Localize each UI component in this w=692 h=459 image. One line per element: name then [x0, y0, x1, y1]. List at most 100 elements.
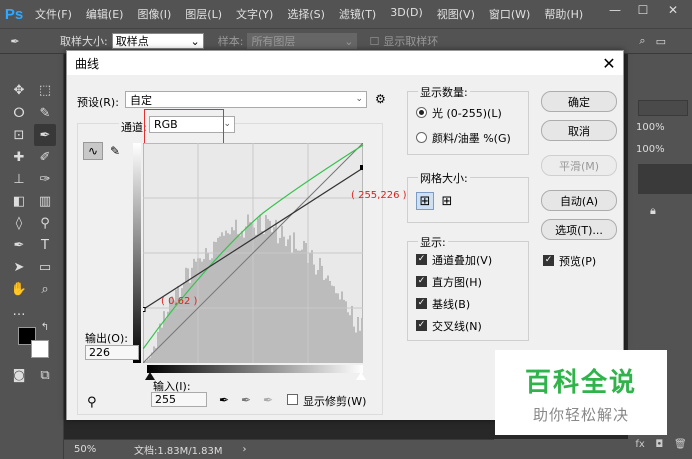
- delete-icon[interactable]: 🗑︎: [674, 439, 687, 457]
- curve-edit-icon[interactable]: ∿: [83, 142, 103, 160]
- show-group: 显示: ✓ 通道叠加(V) ✓ 直方图(H) ✓ 基线(B) ✓ 交叉线(N): [407, 241, 529, 341]
- menu-item-10[interactable]: 帮助(H): [537, 6, 590, 22]
- display-amount-group: 显示数量: 光 (0-255)(L) 颜料/油墨 %(G): [407, 91, 529, 155]
- more-tools-icon[interactable]: …: [8, 300, 30, 322]
- menu-item-8[interactable]: 视图(V): [430, 6, 482, 22]
- brush-tool-icon[interactable]: ✐: [34, 146, 56, 168]
- watermark-title: 百科全说: [495, 362, 667, 399]
- smooth-button[interactable]: 平滑(M): [541, 155, 617, 176]
- show-ring-checkbox[interactable]: ☐: [369, 35, 379, 48]
- hand-tool-icon[interactable]: ✋: [8, 278, 30, 300]
- fill-value[interactable]: 100%: [636, 144, 665, 155]
- curve-point-low: [143, 308, 145, 312]
- crop-tool-icon[interactable]: ⊡: [8, 124, 30, 146]
- dodge-tool-icon[interactable]: ⚲: [34, 212, 56, 234]
- quick-select-tool-icon[interactable]: ✎: [34, 102, 56, 124]
- status-arrow-icon[interactable]: ›: [243, 444, 247, 455]
- channel-overlay-checkbox[interactable]: ✓: [416, 254, 427, 265]
- preset-select[interactable]: 自定 ⌄: [125, 91, 367, 108]
- search-icon[interactable]: ⌕: [639, 34, 645, 48]
- sample-select[interactable]: 所有图层 ⌄: [247, 33, 357, 49]
- input-field[interactable]: 255: [151, 392, 207, 407]
- show-title: 显示:: [418, 234, 448, 250]
- output-gradient-bar: [133, 143, 141, 363]
- intersection-label: 交叉线(N): [432, 318, 482, 334]
- pen-tool-icon[interactable]: ✒: [8, 234, 30, 256]
- menu-item-9[interactable]: 窗口(W): [482, 6, 537, 22]
- histogram-label: 直方图(H): [432, 274, 482, 290]
- pigment-radio[interactable]: [416, 132, 427, 143]
- workspace-icon[interactable]: ▭: [656, 35, 666, 48]
- menu-item-5[interactable]: 选择(S): [280, 6, 332, 22]
- histogram-checkbox[interactable]: ✓: [416, 276, 427, 287]
- grid-simple-icon[interactable]: ⊞: [416, 192, 434, 210]
- eraser-tool-icon[interactable]: ◧: [8, 190, 30, 212]
- menu-item-0[interactable]: 文件(F): [28, 6, 79, 22]
- background-color-swatch[interactable]: [31, 340, 49, 358]
- cancel-button[interactable]: 取消: [541, 120, 617, 141]
- grid-detailed-icon[interactable]: ⊞: [438, 192, 456, 210]
- zoom-level[interactable]: 50%: [64, 444, 104, 455]
- sample-label: 样本:: [218, 33, 244, 49]
- gray-eyedropper-icon[interactable]: ✒: [241, 393, 251, 407]
- auto-button[interactable]: 自动(A): [541, 190, 617, 211]
- black-eyedropper-icon[interactable]: ✒: [219, 393, 229, 407]
- intersection-checkbox[interactable]: ✓: [416, 320, 427, 331]
- light-radio[interactable]: [416, 107, 427, 118]
- eyedropper-icon[interactable]: ✒: [0, 35, 30, 48]
- screen-mode-icon[interactable]: ⧉: [34, 364, 56, 386]
- input-gradient-bar: [147, 365, 363, 373]
- options-button[interactable]: 选项(T)...: [541, 219, 617, 240]
- grid-size-group: 网格大小: ⊞ ⊞: [407, 177, 529, 223]
- quick-mask-icon[interactable]: ◙: [8, 364, 30, 386]
- close-window-icon[interactable]: ✕: [660, 0, 686, 20]
- preview-checkbox[interactable]: ✓: [543, 255, 554, 266]
- blur-tool-icon[interactable]: ◊: [8, 212, 30, 234]
- dialog-title: 曲线: [75, 55, 99, 72]
- swap-colors-icon[interactable]: ↰: [38, 320, 52, 334]
- path-select-tool-icon[interactable]: ➤: [8, 256, 30, 278]
- lasso-tool-icon[interactable]: ⵔ: [8, 102, 30, 124]
- maximize-icon[interactable]: ☐: [630, 0, 656, 20]
- preset-options-icon[interactable]: ⚙: [375, 92, 386, 106]
- menu-item-6[interactable]: 滤镜(T): [332, 6, 383, 22]
- menu-bar: Ps 文件(F) 编辑(E) 图像(I) 图层(L) 文字(Y) 选择(S) 滤镜(T) 3D…: [0, 0, 692, 28]
- minimize-icon[interactable]: —: [602, 0, 628, 20]
- history-brush-tool-icon[interactable]: ✑: [34, 168, 56, 190]
- doc-size: 文档:1.83M/1.83M: [134, 442, 223, 457]
- type-tool-icon[interactable]: T: [34, 234, 56, 256]
- dialog-close-icon[interactable]: ✕: [599, 53, 619, 73]
- menu-item-4[interactable]: 文字(Y): [229, 6, 280, 22]
- menu-item-7[interactable]: 3D(D): [383, 6, 430, 22]
- show-clipping-checkbox[interactable]: [287, 394, 298, 405]
- white-eyedropper-icon[interactable]: ✒: [263, 393, 273, 407]
- fx-icon[interactable]: fx: [635, 439, 644, 457]
- output-input[interactable]: 226: [85, 345, 139, 360]
- shape-tool-icon[interactable]: ▭: [34, 256, 56, 278]
- stamp-tool-icon[interactable]: ⊥: [8, 168, 30, 190]
- gradient-tool-icon[interactable]: ▥: [34, 190, 56, 212]
- menu-item-3[interactable]: 图层(L): [178, 6, 229, 22]
- eyedropper-tool-icon[interactable]: ✒: [34, 124, 56, 146]
- opacity-value[interactable]: 100%: [636, 122, 665, 133]
- curve-graph[interactable]: [143, 143, 363, 363]
- menu-item-1[interactable]: 编辑(E): [79, 6, 131, 22]
- preview-label: 预览(P): [559, 253, 596, 269]
- menu-items: 文件(F) 编辑(E) 图像(I) 图层(L) 文字(Y) 选择(S) 滤镜(T) 3D(D)…: [28, 6, 590, 22]
- pencil-icon[interactable]: ✎: [105, 142, 125, 160]
- marquee-tool-icon[interactable]: ⬚: [34, 79, 56, 101]
- baseline-checkbox[interactable]: ✓: [416, 298, 427, 309]
- ok-button[interactable]: 确定: [541, 91, 617, 112]
- display-amount-title: 显示数量:: [418, 84, 470, 100]
- move-tool-icon[interactable]: ✥: [8, 79, 30, 101]
- healing-tool-icon[interactable]: ✚: [8, 146, 30, 168]
- zoom-tool-icon[interactable]: ⌕: [34, 278, 56, 300]
- white-point-slider[interactable]: [356, 372, 366, 380]
- menu-item-2[interactable]: 图像(I): [130, 6, 178, 22]
- point-label-high: ( 255,226 ): [351, 190, 407, 201]
- sample-size-select[interactable]: 取样点 ⌄: [112, 33, 204, 49]
- target-adjust-icon[interactable]: ⚲: [87, 395, 97, 410]
- pigment-label: 颜料/油墨 %(G): [432, 130, 511, 146]
- channel-overlay-label: 通道叠加(V): [432, 252, 492, 268]
- mask-icon[interactable]: ◘: [655, 439, 663, 457]
